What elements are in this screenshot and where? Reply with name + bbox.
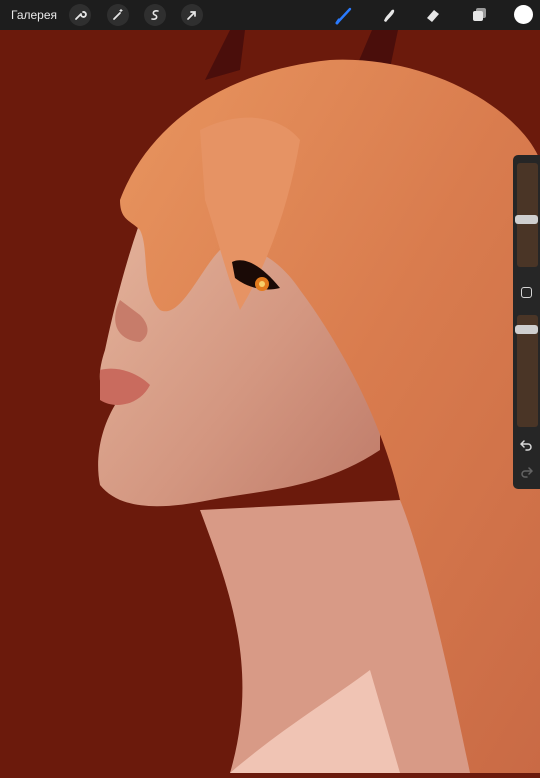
painting-canvas[interactable] bbox=[0, 30, 540, 774]
modify-button[interactable] bbox=[521, 287, 532, 298]
opacity-thumb[interactable] bbox=[515, 325, 538, 335]
smudge-icon[interactable] bbox=[378, 4, 400, 26]
layers-icon[interactable] bbox=[468, 4, 490, 26]
gallery-button[interactable]: Галерея bbox=[11, 8, 57, 22]
transform-icon[interactable] bbox=[181, 4, 203, 26]
top-toolbar: Галерея bbox=[0, 0, 540, 30]
portrait-painting bbox=[0, 30, 540, 774]
selection-icon[interactable] bbox=[144, 4, 166, 26]
redo-icon[interactable] bbox=[520, 465, 534, 483]
opacity-slider[interactable] bbox=[515, 315, 538, 427]
side-toolbar bbox=[513, 155, 540, 489]
color-picker-swatch[interactable] bbox=[514, 5, 533, 24]
magic-wand-icon[interactable] bbox=[107, 4, 129, 26]
wrench-icon[interactable] bbox=[69, 4, 91, 26]
undo-icon[interactable] bbox=[519, 438, 533, 456]
brush-size-slider[interactable] bbox=[515, 163, 538, 267]
eraser-icon[interactable] bbox=[422, 4, 444, 26]
brush-size-thumb[interactable] bbox=[515, 215, 538, 225]
brush-icon[interactable] bbox=[333, 4, 355, 26]
